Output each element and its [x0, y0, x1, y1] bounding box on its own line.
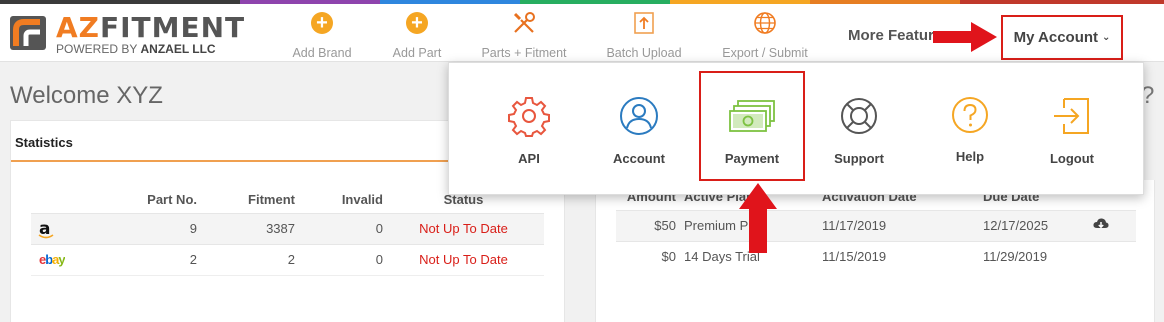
gear-icon [508, 97, 550, 137]
menu-item-help-label: Help [955, 149, 985, 164]
logo-tagline: POWERED BY ANZAEL LLC [56, 42, 216, 56]
globe-icon [754, 12, 776, 34]
col-fitment: Fitment [248, 192, 295, 208]
table-row: $50 Premium Plan 11/17/2019 12/17/2025 [616, 209, 1136, 242]
ebay-logo: ebay [31, 244, 111, 276]
due-cell: 12/17/2025 [983, 209, 1093, 242]
nav-add-part-label: Add Part [392, 46, 442, 60]
menu-item-support-label: Support [834, 151, 884, 166]
welcome-heading: Welcome XYZ [10, 82, 163, 109]
nav-batch-upload[interactable]: Batch Upload [600, 10, 688, 60]
col-invalid: Invalid [341, 192, 383, 208]
nav-add-part[interactable]: + Add Part [386, 10, 448, 60]
menu-item-logout[interactable]: Logout [1022, 63, 1122, 193]
fitment-cell: 2 [207, 244, 305, 276]
chevron-down-icon: ⌄ [1102, 32, 1111, 43]
menu-item-payment[interactable]: Payment [702, 63, 802, 193]
menu-item-api[interactable]: API [479, 63, 579, 193]
invalid-cell: 0 [305, 244, 393, 276]
nav-export-submit[interactable]: Export / Submit [716, 10, 814, 60]
logo-mark-icon [10, 16, 46, 50]
fitment-cell: 3387 [207, 212, 305, 245]
nav-add-brand[interactable]: + Add Brand [287, 10, 357, 60]
azfitment-logo[interactable]: AZFITMENT POWERED BY ANZAEL LLC [10, 14, 244, 56]
plus-circle-icon: + [406, 12, 428, 34]
status-cell[interactable]: Not Up To Date [393, 244, 544, 276]
my-account-menu[interactable]: My Account ⌄ [1001, 15, 1123, 60]
menu-item-support[interactable]: Support [809, 63, 909, 193]
activation-cell: 11/15/2019 [822, 249, 887, 265]
col-part-no: Part No. [147, 192, 197, 208]
menu-item-help[interactable]: Help [920, 63, 1020, 193]
part-no-cell: 9 [111, 212, 207, 245]
statistics-table: Part No. Fitment Invalid Status a 9 3387… [31, 187, 544, 276]
table-row: ebay 2 2 0 Not Up To Date [31, 244, 544, 276]
tools-icon [513, 12, 535, 33]
lifebuoy-icon [841, 98, 877, 134]
upload-icon [634, 12, 654, 34]
annotation-arrow-up [739, 183, 777, 253]
plus-circle-icon: + [311, 12, 333, 34]
nav-batch-upload-label: Batch Upload [606, 46, 682, 60]
cloud-download-icon[interactable] [1093, 217, 1109, 231]
col-channel [31, 187, 111, 213]
menu-item-account-label: Account [613, 151, 665, 166]
amazon-logo: a [31, 212, 111, 245]
menu-item-payment-label: Payment [724, 151, 780, 166]
annotation-arrow-right [933, 22, 997, 52]
question-icon [952, 97, 988, 133]
menu-item-api-label: API [518, 151, 540, 166]
more-features-menu[interactable]: More Features [848, 27, 934, 44]
plans-table: Amount Active Plan Activation Date Due D… [616, 184, 1136, 272]
table-row: a 9 3387 0 Not Up To Date [31, 212, 544, 245]
user-icon [620, 97, 658, 135]
activation-cell: 11/17/2019 [822, 209, 983, 242]
logout-icon [1054, 98, 1089, 134]
amount-cell: $0 [661, 249, 676, 265]
plans-panel: Amount Active Plan Activation Date Due D… [595, 180, 1155, 322]
part-no-cell: 2 [111, 244, 207, 276]
logo-wordmark: AZFITMENT [56, 11, 246, 44]
download-cell [1093, 209, 1136, 242]
due-cell: 11/29/2019 [983, 249, 1048, 265]
my-account-dropdown: API Account Payment Support Help Logout [448, 62, 1144, 195]
amount-cell: $50 [616, 209, 684, 242]
nav-parts-fitment[interactable]: Parts + Fitment [475, 10, 573, 60]
status-cell[interactable]: Not Up To Date [393, 212, 544, 245]
table-row: $0 14 Days Trial 11/15/2019 11/29/2019 [616, 241, 1136, 272]
menu-item-account[interactable]: Account [589, 63, 689, 193]
invalid-cell: 0 [305, 212, 393, 245]
menu-item-logout-label: Logout [1049, 151, 1095, 166]
nav-add-brand-label: Add Brand [292, 46, 352, 60]
money-icon [729, 100, 775, 132]
nav-parts-fitment-label: Parts + Fitment [481, 46, 567, 60]
my-account-label: My Account [1013, 29, 1099, 46]
amazon-smile-icon [38, 233, 54, 238]
nav-export-submit-label: Export / Submit [722, 46, 808, 60]
